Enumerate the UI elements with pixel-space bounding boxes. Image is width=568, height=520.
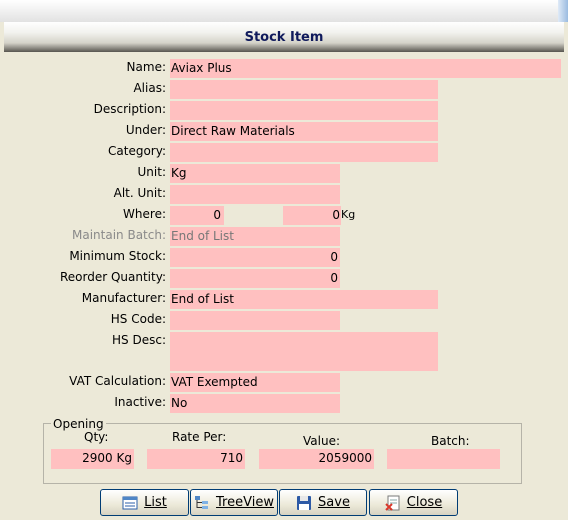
qty-header: Qty:	[84, 430, 109, 444]
hs-code-label: HS Code:	[110, 312, 166, 326]
close-button[interactable]: Close	[369, 489, 458, 516]
inactive-field[interactable]: No	[170, 394, 340, 413]
save-button-label: Save	[318, 495, 350, 510]
description-field[interactable]	[170, 101, 438, 120]
hs-code-field[interactable]	[170, 311, 340, 330]
rate-header: Rate Per:	[172, 430, 227, 444]
treeview-button[interactable]: TreeView	[190, 489, 278, 516]
tree-icon	[194, 495, 210, 511]
list-button[interactable]: List	[100, 489, 189, 516]
close-button-label: Close	[406, 495, 443, 510]
close-document-icon	[385, 495, 401, 511]
outer-window-frame	[0, 0, 568, 22]
opening-batch-field[interactable]	[387, 449, 500, 469]
alt-unit-field[interactable]	[170, 185, 340, 204]
opening-rate-field[interactable]: 710	[147, 449, 245, 469]
category-label: Category:	[108, 144, 166, 158]
opening-legend: Opening	[51, 417, 106, 431]
description-label: Description:	[93, 102, 166, 116]
minimum-stock-field[interactable]: 0	[170, 248, 340, 267]
reorder-quantity-field[interactable]: 0	[170, 269, 340, 288]
floppy-disk-icon	[296, 495, 312, 511]
treeview-button-label: TreeView	[216, 495, 274, 510]
under-label: Under:	[125, 123, 166, 137]
alias-label: Alias:	[133, 81, 166, 95]
where-second-field[interactable]: 0	[283, 206, 341, 225]
where-first-field[interactable]: 0	[170, 206, 224, 225]
unit-field[interactable]: Kg	[170, 164, 340, 183]
hs-desc-field[interactable]	[170, 332, 438, 371]
vat-calculation-label: VAT Calculation:	[69, 374, 166, 388]
window-edge	[558, 0, 568, 22]
unit-label: Unit:	[137, 165, 166, 179]
name-label: Name:	[126, 60, 166, 74]
form-title: Stock Item	[244, 30, 324, 45]
manufacturer-field[interactable]: End of List	[170, 290, 438, 309]
alias-field[interactable]	[170, 80, 438, 99]
maintain-batch-label: Maintain Batch:	[72, 228, 166, 242]
under-field[interactable]: Direct Raw Materials	[170, 122, 438, 141]
where-unit: Kg	[341, 208, 356, 221]
inactive-label: Inactive:	[114, 395, 166, 409]
form-header: Stock Item	[4, 22, 564, 52]
alt-unit-label: Alt. Unit:	[113, 186, 166, 200]
maintain-batch-field[interactable]: End of List	[170, 227, 340, 246]
opening-qty-field[interactable]: 2900 Kg	[51, 449, 134, 469]
reorder-quantity-label: Reorder Quantity:	[59, 270, 166, 284]
save-button[interactable]: Save	[279, 489, 367, 516]
list-button-label: List	[144, 495, 167, 510]
opening-value-field[interactable]: 2059000	[259, 449, 374, 469]
manufacturer-label: Manufacturer:	[81, 291, 166, 305]
category-field[interactable]	[170, 143, 438, 162]
batch-header: Batch:	[431, 434, 470, 448]
name-field[interactable]: Aviax Plus	[170, 59, 561, 78]
minimum-stock-label: Minimum Stock:	[69, 249, 166, 263]
hs-desc-label: HS Desc:	[112, 333, 166, 347]
list-icon	[122, 495, 138, 511]
value-header: Value:	[303, 434, 340, 448]
vat-calculation-field[interactable]: VAT Exempted	[170, 373, 340, 392]
where-label: Where:	[123, 207, 166, 221]
